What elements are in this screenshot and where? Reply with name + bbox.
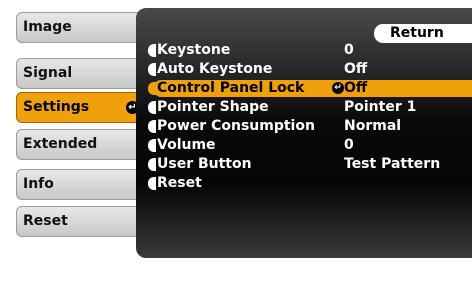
row-tab: [148, 82, 156, 95]
sidebar-item-image[interactable]: Image: [16, 12, 148, 43]
row-label: Reset: [157, 175, 202, 191]
row-value: Test Pattern: [344, 156, 441, 172]
row-tab: [148, 101, 156, 114]
row-value: Normal: [344, 118, 402, 134]
row-tab: [148, 120, 156, 133]
row-tab: [148, 139, 156, 152]
sidebar-item-label: Reset: [23, 213, 68, 229]
menu-row-volume[interactable]: Volume 0: [148, 137, 472, 154]
row-value: 0: [344, 137, 354, 153]
sidebar-item-label: Image: [23, 19, 72, 35]
row-value: 0: [344, 42, 354, 58]
enter-icon: ↵: [332, 82, 344, 94]
sidebar-item-reset[interactable]: Reset: [16, 206, 148, 237]
row-value: Off: [344, 61, 368, 77]
row-label: Control Panel Lock: [157, 80, 305, 96]
menu-row-control-panel-lock[interactable]: Control Panel Lock ↵ Off: [148, 80, 472, 97]
menu-row-keystone[interactable]: Keystone 0: [148, 42, 472, 59]
sidebar-item-label: Info: [23, 176, 54, 192]
row-label: Keystone: [157, 42, 231, 58]
row-label: Power Consumption: [157, 118, 315, 134]
sidebar-item-label: Signal: [23, 65, 73, 81]
row-tab: [148, 44, 156, 57]
sidebar-item-signal[interactable]: Signal: [16, 58, 148, 89]
menu-row-user-button[interactable]: User Button Test Pattern: [148, 156, 472, 173]
sidebar-item-label: Settings: [23, 99, 90, 115]
menu-row-power-consumption[interactable]: Power Consumption Normal: [148, 118, 472, 135]
sidebar-item-info[interactable]: Info: [16, 169, 148, 200]
row-tab: [148, 158, 156, 171]
row-label: Pointer Shape: [157, 99, 269, 115]
row-label: Volume: [157, 137, 216, 153]
row-value: Pointer 1: [344, 99, 417, 115]
return-button[interactable]: Return: [374, 24, 472, 43]
menu-row-pointer-shape[interactable]: Pointer Shape Pointer 1: [148, 99, 472, 116]
row-label: Auto Keystone: [157, 61, 273, 77]
sidebar-item-label: Extended: [23, 136, 98, 152]
menu-row-auto-keystone[interactable]: Auto Keystone Off: [148, 61, 472, 78]
row-tab: [148, 63, 156, 76]
row-label: User Button: [157, 156, 252, 172]
row-tab: [148, 177, 156, 190]
menu-row-reset[interactable]: Reset: [148, 175, 472, 192]
row-value: Off: [344, 80, 368, 96]
sidebar-item-extended[interactable]: Extended: [16, 129, 148, 160]
settings-panel: Return Keystone 0 Auto Keystone Off Cont…: [136, 8, 472, 258]
sidebar-item-settings[interactable]: Settings ↵: [16, 92, 148, 123]
